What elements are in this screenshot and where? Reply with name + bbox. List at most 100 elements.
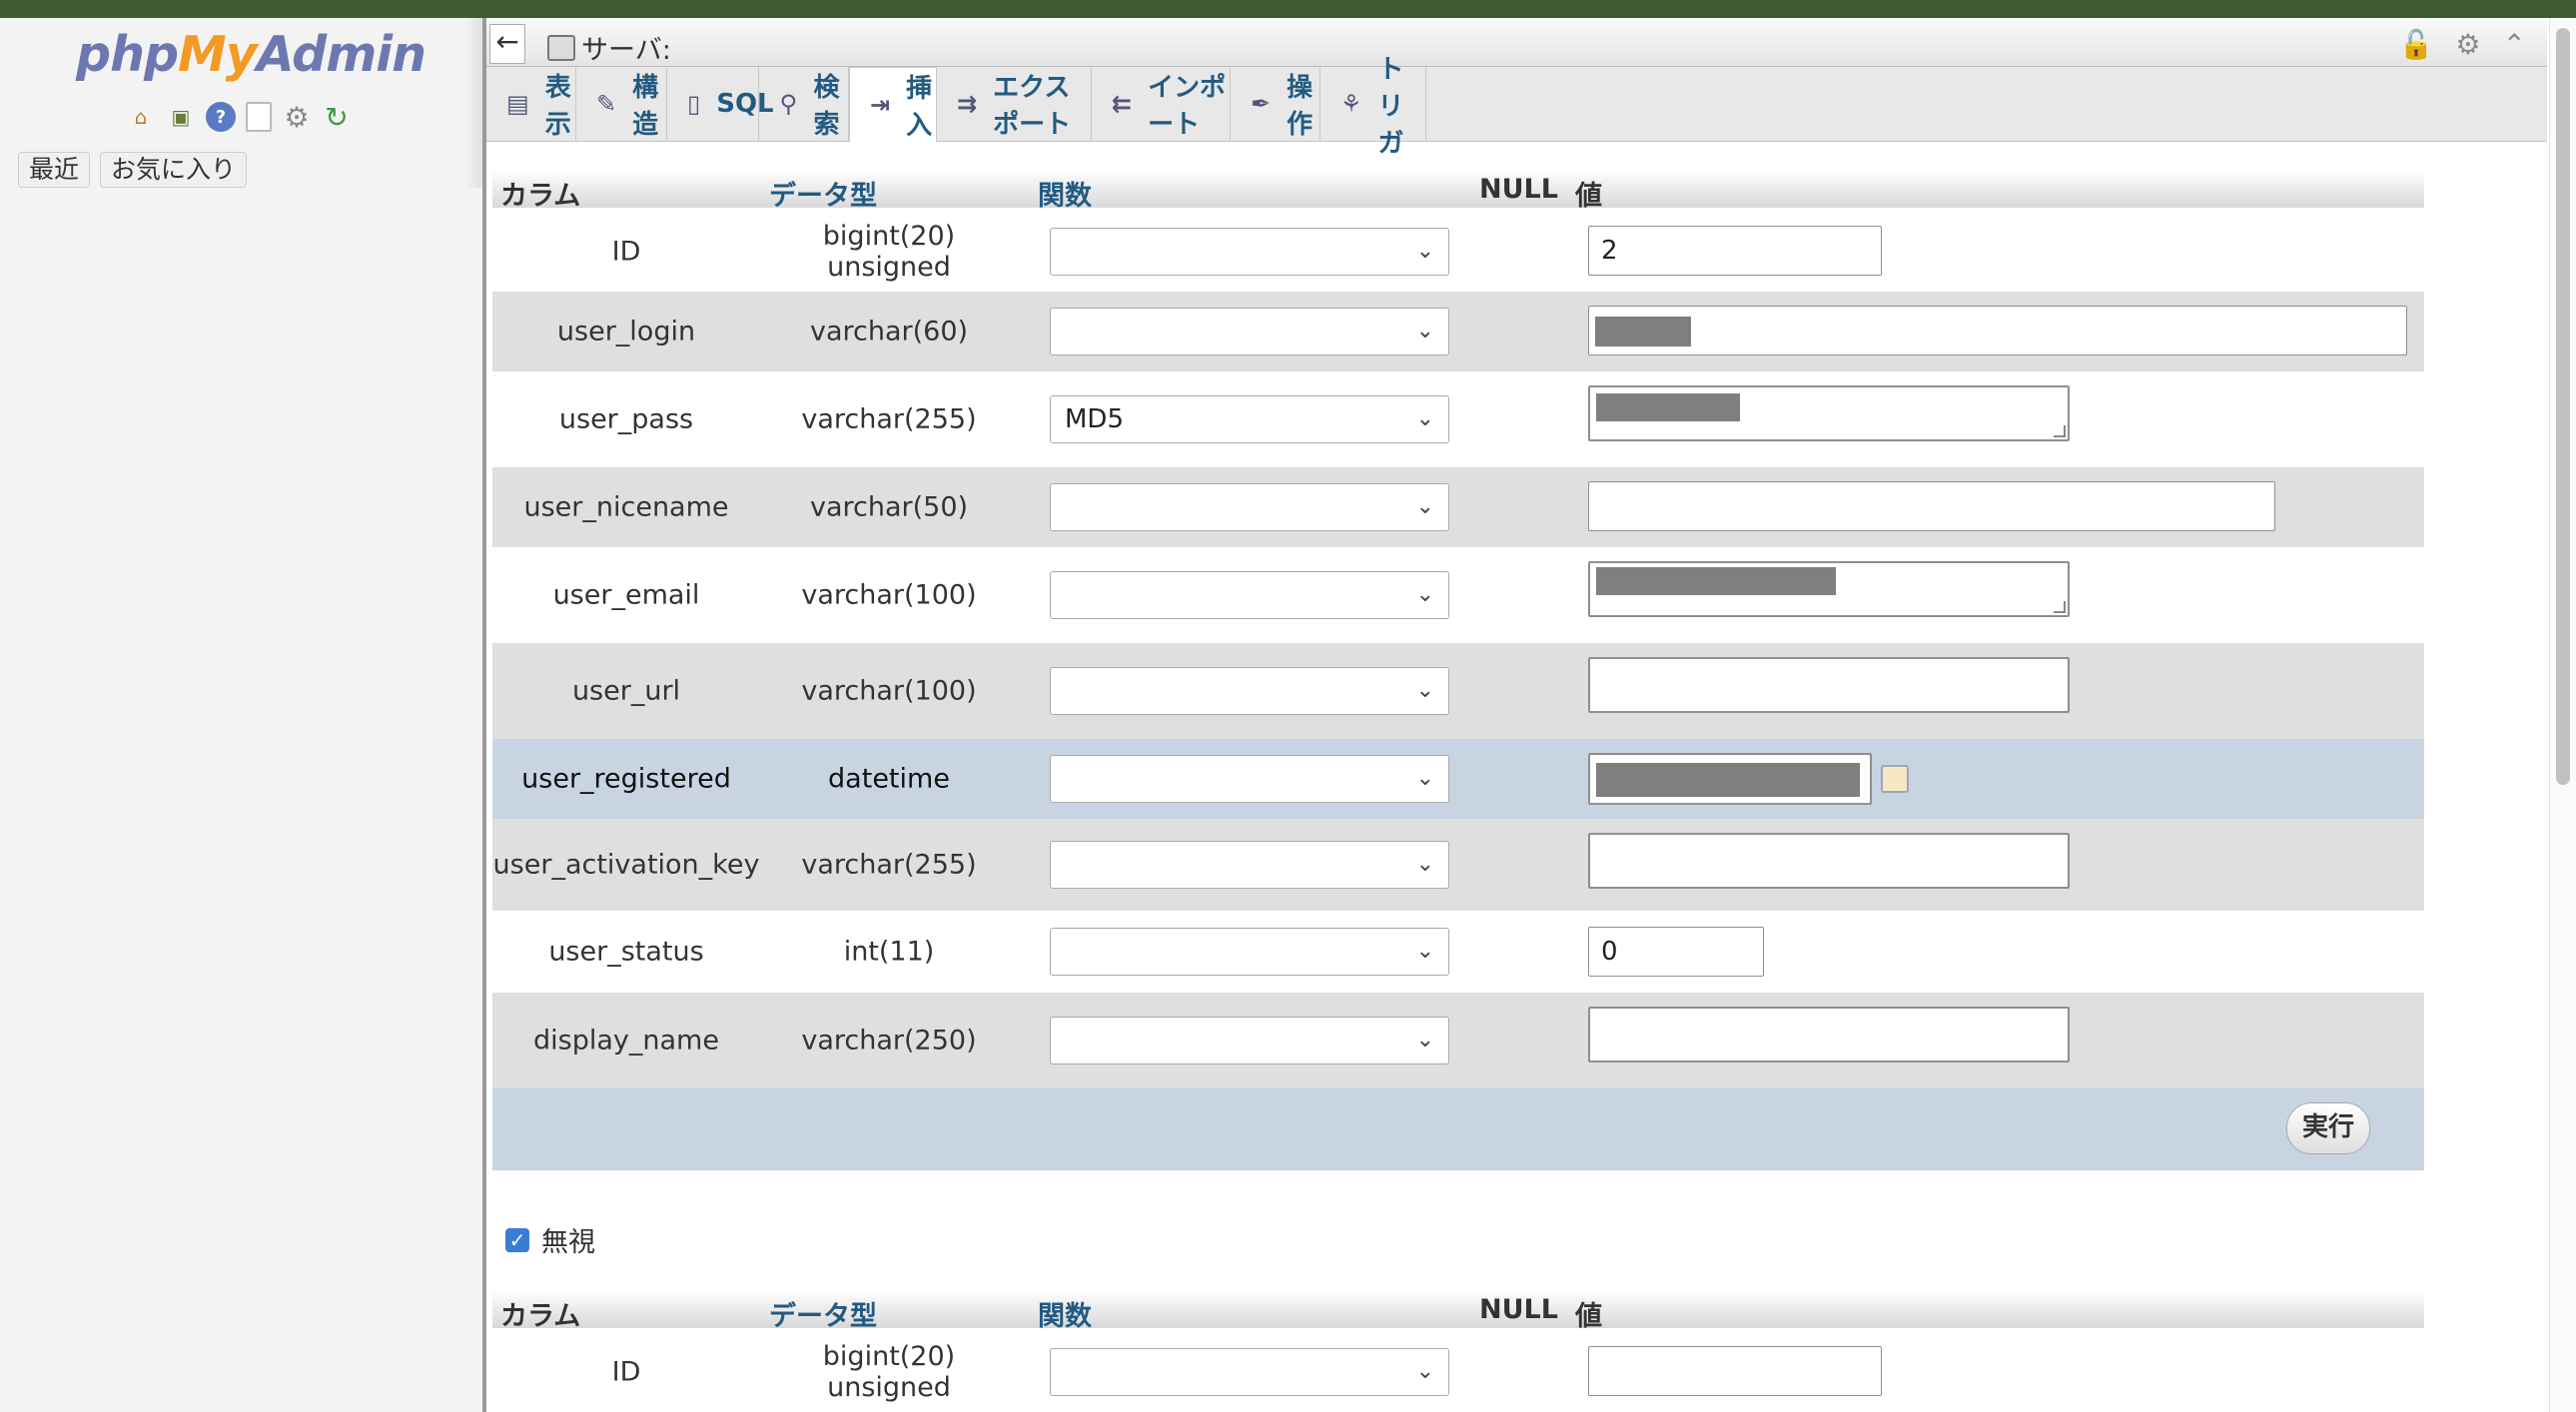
- gear-icon[interactable]: ⚙: [2455, 28, 2480, 61]
- function-select[interactable]: ⌄: [1050, 755, 1449, 803]
- function-select[interactable]: MD5 ⌄: [1050, 395, 1449, 443]
- tab-browse[interactable]: ▤ 表示: [486, 67, 576, 141]
- breadcrumb-bar: [486, 18, 2547, 67]
- header-column: カラム: [500, 181, 581, 212]
- redacted-value: [1595, 317, 1691, 347]
- navigation-panel: phpMyAdmin ⌂ ▣ ? ⚙ ↻ 最近 お気に入り: [0, 18, 482, 1412]
- window-top-bar: [0, 0, 2576, 18]
- value-input[interactable]: [1588, 306, 2407, 355]
- vertical-scrollbar[interactable]: [2549, 18, 2576, 1412]
- function-select[interactable]: ⌄: [1050, 308, 1449, 355]
- header-function[interactable]: 関数: [1038, 174, 1092, 213]
- help-icon[interactable]: ?: [206, 102, 236, 132]
- column-name: user_status: [548, 936, 704, 968]
- chevron-down-icon: ⌄: [1415, 939, 1434, 964]
- docs-icon[interactable]: [246, 102, 272, 132]
- execute-button[interactable]: 実行: [2286, 1102, 2370, 1154]
- database-icon[interactable]: ▣: [166, 102, 196, 132]
- chevron-down-icon: ⌄: [1415, 766, 1434, 791]
- header-type[interactable]: データ型: [769, 174, 877, 213]
- settings-icon[interactable]: ⚙: [282, 101, 312, 134]
- tab-import[interactable]: ⇇ インポート: [1092, 67, 1231, 141]
- header-value: 値: [1575, 1301, 1602, 1332]
- chevron-down-icon: ⌄: [1415, 678, 1434, 703]
- column-name: user_activation_key: [492, 849, 760, 881]
- header-null: NULL: [1479, 174, 1558, 205]
- column-name: user_nicename: [523, 491, 729, 523]
- tab-export[interactable]: ⇉ エクスポート: [937, 67, 1092, 141]
- redacted-value: [1596, 393, 1740, 421]
- column-type: datetime: [828, 763, 950, 795]
- value-textarea[interactable]: [1588, 561, 2070, 617]
- breadcrumb-server[interactable]: サーバ:: [547, 28, 671, 67]
- function-select[interactable]: ⌄: [1050, 928, 1449, 976]
- column-name: user_login: [556, 316, 696, 348]
- insert-icon: ⇥: [870, 91, 891, 119]
- tab-import-label: インポート: [1148, 73, 1227, 140]
- resize-grip-icon[interactable]: [2054, 425, 2066, 437]
- function-select[interactable]: ⌄: [1050, 571, 1449, 619]
- resize-grip-icon[interactable]: [2054, 601, 2066, 613]
- reload-icon[interactable]: ↻: [322, 101, 352, 134]
- chevron-down-icon: ⌄: [1415, 1028, 1434, 1053]
- insert-table-header-2: カラム データ型 関数 NULL 値: [492, 1290, 2424, 1332]
- collapse-icon[interactable]: ⌃: [2503, 28, 2526, 61]
- tab-search[interactable]: ⚲ 検索: [759, 67, 849, 141]
- home-icon[interactable]: ⌂: [126, 102, 156, 132]
- structure-icon: ✎: [596, 90, 617, 118]
- value-input[interactable]: 0: [1588, 927, 1764, 977]
- column-type: varchar(100): [801, 675, 977, 707]
- function-select[interactable]: ⌄: [1050, 483, 1449, 531]
- ignore-checkbox[interactable]: ✓: [505, 1227, 529, 1252]
- tab-insert[interactable]: ⇥ 挿入: [849, 67, 937, 142]
- calendar-icon[interactable]: [1881, 765, 1909, 793]
- phpmyadmin-logo[interactable]: phpMyAdmin: [76, 26, 427, 83]
- tab-operations[interactable]: ✒ 操作: [1231, 67, 1320, 141]
- recent-button[interactable]: 最近: [18, 152, 91, 188]
- execute-row: 実行: [492, 1088, 2424, 1170]
- table-row: ID bigint(20) unsigned ⌄ 2: [492, 212, 2424, 292]
- tab-triggers[interactable]: ⚘ トリガ: [1320, 55, 1426, 159]
- import-icon: ⇇: [1112, 90, 1133, 118]
- value-textarea[interactable]: [1588, 1007, 2070, 1062]
- tab-sql[interactable]: ▯ SQL: [667, 67, 774, 141]
- table-row: user_email varchar(100) ⌄: [492, 547, 2424, 643]
- column-type: varchar(60): [809, 316, 969, 348]
- tab-structure[interactable]: ✎ 構造: [576, 67, 667, 141]
- panel-divider[interactable]: [482, 18, 486, 1412]
- function-select[interactable]: ⌄: [1050, 841, 1449, 889]
- chevron-down-icon: ⌄: [1415, 582, 1434, 607]
- ignore-option[interactable]: ✓ 無視: [505, 1220, 595, 1259]
- value-textarea[interactable]: [1588, 385, 2070, 441]
- function-select[interactable]: ⌄: [1050, 1017, 1449, 1064]
- panel-shade: [464, 18, 482, 188]
- chevron-down-icon: ⌄: [1415, 406, 1434, 431]
- table-row: user_activation_key varchar(255) ⌄: [492, 819, 2424, 911]
- value-input[interactable]: [1588, 1346, 1882, 1396]
- column-type: bigint(20) unsigned: [822, 1341, 956, 1403]
- header-type[interactable]: データ型: [769, 1294, 877, 1333]
- value-input[interactable]: 2: [1588, 226, 1882, 276]
- export-icon: ⇉: [957, 90, 978, 118]
- column-type: varchar(255): [801, 849, 977, 881]
- favorites-button[interactable]: お気に入り: [100, 152, 248, 188]
- datetime-input[interactable]: [1588, 753, 1872, 805]
- server-icon: [547, 34, 575, 61]
- function-select[interactable]: ⌄: [1050, 1348, 1449, 1396]
- header-function[interactable]: 関数: [1038, 1294, 1092, 1333]
- back-arrow-button[interactable]: ←: [489, 24, 525, 64]
- value-input[interactable]: [1588, 481, 2275, 531]
- function-select[interactable]: ⌄: [1050, 228, 1449, 276]
- tab-structure-label: 構造: [632, 73, 659, 140]
- chevron-down-icon: ⌄: [1415, 494, 1434, 519]
- column-name: user_email: [552, 579, 700, 611]
- tab-browse-label: 表示: [544, 73, 571, 140]
- value-textarea[interactable]: [1588, 833, 2070, 889]
- function-select[interactable]: ⌄: [1050, 667, 1449, 715]
- lock-icon[interactable]: 🔓: [2399, 28, 2434, 61]
- scrollbar-thumb[interactable]: [2556, 28, 2570, 785]
- value-textarea[interactable]: [1588, 657, 2070, 713]
- tab-bar: ▤ 表示 ✎ 構造 ▯ SQL ⚲ 検索 ⇥ 挿入 ⇉ エクスポート ⇇ インポ…: [486, 55, 2547, 159]
- table-row: user_nicename varchar(50) ⌄: [492, 467, 2424, 547]
- table-row: user_pass varchar(255) MD5 ⌄: [492, 371, 2424, 467]
